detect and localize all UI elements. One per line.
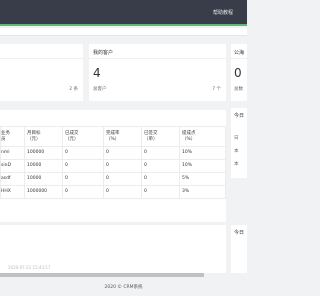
cell-closed-amount: 0	[62, 146, 104, 160]
today-panel: 今日 日 本 本	[231, 108, 247, 178]
cell-salesperson: HHX	[0, 185, 25, 199]
sales-target-table: 业务员 月目标 （元） 已成交 （元） 完成率 （%） 已签交 （单） 提成点 （%） n…	[0, 126, 226, 199]
top-navigation-bar: 帮助教程	[0, 0, 247, 26]
stat-card-3-title: 公海	[234, 50, 245, 56]
stat-card-3-count: 0	[234, 66, 242, 80]
cell-signed-orders: 0	[141, 185, 180, 199]
cell-monthly-target: 1000000	[24, 185, 63, 199]
divider	[89, 58, 226, 59]
cell-signed-orders: 0	[141, 172, 180, 186]
cell-completion-rate: 0	[103, 172, 142, 186]
activity-timestamp: 2020-07-21 15:43:17	[8, 265, 51, 270]
stat-card-3-sub-left: 总数	[234, 87, 243, 92]
table-row: nmi 100000 0 0 0 10%	[0, 146, 226, 160]
column-header: 业务员	[0, 126, 25, 147]
cell-monthly-target: 10000	[24, 172, 63, 186]
cell-salesperson: nmi	[0, 146, 25, 160]
cell-signed-orders: 0	[141, 146, 180, 160]
table-row: sinD 10000 0 0 0 10%	[0, 159, 226, 173]
cell-salesperson: asdf	[0, 172, 25, 186]
cell-monthly-target: 10000	[24, 159, 63, 173]
activity-panel: 2020-07-21 15:43:17	[0, 225, 226, 273]
stat-card-1-sub-right: 2 条	[69, 87, 78, 92]
stat-card-2-sub-left: 总客户	[93, 87, 107, 92]
table-row: HHX 1000000 0 0 0 3%	[0, 185, 226, 199]
today-panel-row: 本	[234, 162, 239, 167]
divider	[0, 58, 83, 59]
table-header-row: 业务员 月目标 （元） 已成交 （元） 完成率 （%） 已签交 （单） 提成点 （%）	[0, 126, 226, 147]
cell-closed-amount: 0	[62, 159, 104, 173]
today-panel-title: 今日	[234, 113, 245, 119]
today-panel-2-title: 今日	[234, 230, 245, 236]
help-link[interactable]: 帮助教程	[213, 9, 233, 16]
cell-commission-rate: 10%	[179, 146, 226, 160]
page-footer: 2020 © CRM系统	[0, 280, 247, 296]
stat-card-2-sub-right: 7 个	[212, 87, 221, 92]
today-panel-2: 今日	[231, 225, 247, 273]
cell-completion-rate: 0	[103, 146, 142, 160]
column-header: 提成点 （%）	[179, 126, 226, 147]
column-header: 已签交 （单）	[141, 126, 180, 147]
table-row: asdf 10000 0 0 0 5%	[0, 172, 226, 186]
cell-signed-orders: 0	[141, 159, 180, 173]
cell-completion-rate: 0	[103, 159, 142, 173]
cell-closed-amount: 0	[62, 185, 104, 199]
column-header: 月目标 （元）	[24, 126, 63, 147]
divider	[231, 58, 247, 59]
sales-target-panel: 业务员 月目标 （元） 已成交 （元） 完成率 （%） 已签交 （单） 提成点 （%） n…	[0, 110, 226, 222]
cell-completion-rate: 0	[103, 185, 142, 199]
cell-salesperson: sinD	[0, 159, 25, 173]
column-header: 已成交 （元）	[62, 126, 104, 147]
cell-monthly-target: 100000	[24, 146, 63, 160]
stat-card-2-title: 我的客户	[93, 50, 114, 56]
tab-bar	[0, 28, 247, 36]
horizontal-scrollbar[interactable]	[0, 273, 204, 277]
stat-card-1: 2 条	[0, 44, 83, 101]
stat-card-2-count: 4	[93, 66, 101, 80]
today-panel-row: 本	[234, 149, 239, 154]
cell-commission-rate: 5%	[179, 172, 226, 186]
cell-commission-rate: 10%	[179, 159, 226, 173]
stat-card-public-pool: 公海 0 总数	[231, 44, 247, 101]
cell-closed-amount: 0	[62, 172, 104, 186]
stat-card-my-customers: 我的客户 4 总客户 7 个	[89, 44, 226, 101]
today-panel-row: 日	[234, 136, 239, 141]
column-header: 完成率 （%）	[103, 126, 142, 147]
cell-commission-rate: 3%	[179, 185, 226, 199]
